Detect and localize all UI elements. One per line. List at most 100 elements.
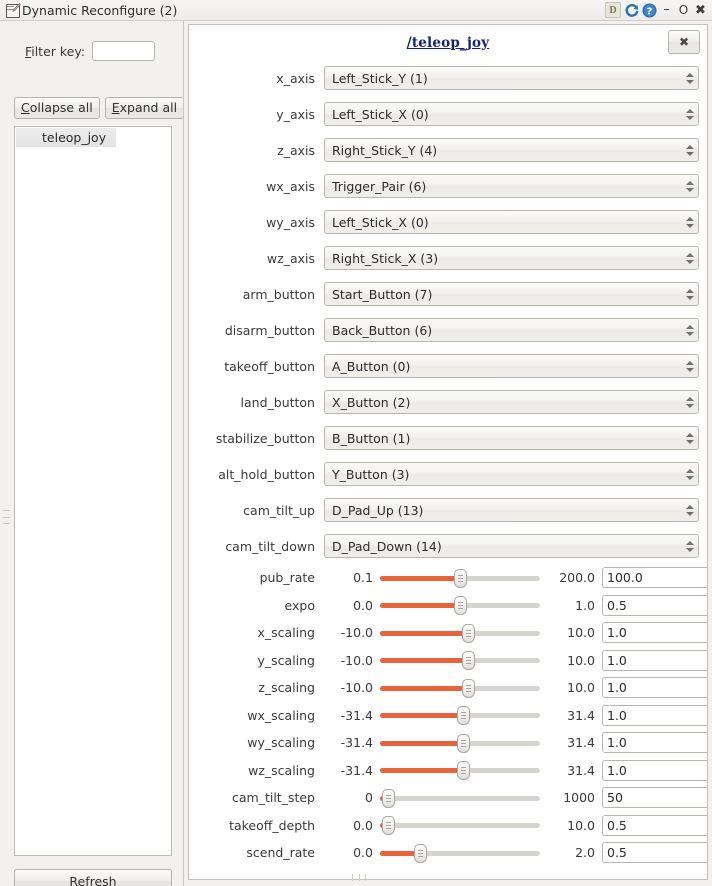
chevron-updown-icon[interactable]	[685, 142, 694, 158]
value-input-x-scaling[interactable]	[602, 622, 707, 644]
filter-key-label: Filter key:	[24, 43, 86, 59]
dock-toggle-button[interactable]: D	[605, 2, 621, 18]
param-combo-alt-hold-button[interactable]: Y_Button (3)	[324, 462, 699, 486]
slider-max-label: 10.0	[567, 652, 595, 668]
chevron-updown-icon[interactable]	[685, 250, 694, 266]
slider-handle[interactable]	[454, 568, 467, 588]
minimize-button[interactable]: –	[659, 2, 674, 18]
group-close-button[interactable]: ✖	[668, 30, 700, 54]
slider-pub-rate[interactable]	[380, 568, 540, 588]
bottom-splitter-grip[interactable]	[352, 874, 366, 881]
slider-y-scaling[interactable]	[380, 650, 540, 671]
slider-handle[interactable]	[462, 678, 475, 698]
param-combo-wz-axis[interactable]: Right_Stick_X (3)	[324, 246, 699, 270]
param-combo-disarm-button[interactable]: Back_Button (6)	[324, 318, 699, 342]
param-row-y-axis: y_axis Left_Stick_X (0)	[197, 96, 699, 132]
slider-min-label: 0.0	[353, 817, 373, 833]
slider-max-label: 10.0	[567, 680, 595, 696]
chevron-updown-icon[interactable]	[685, 286, 694, 302]
param-combo-stabilize-button[interactable]: B_Button (1)	[324, 426, 699, 450]
param-combo-wx-axis[interactable]: Trigger_Pair (6)	[324, 174, 699, 198]
param-combo-land-button[interactable]: X_Button (2)	[324, 390, 699, 414]
value-input-wy-scaling[interactable]	[602, 732, 707, 754]
param-combo-wy-axis[interactable]: Left_Stick_X (0)	[324, 210, 699, 234]
slider-handle[interactable]	[462, 623, 475, 643]
chevron-updown-icon[interactable]	[685, 394, 694, 410]
slider-wx-scaling[interactable]	[380, 705, 540, 726]
param-row-wx-scaling: wx_scaling -31.4 31.4	[197, 702, 707, 730]
help-icon[interactable]: ?	[641, 2, 657, 18]
param-combo-z-axis[interactable]: Right_Stick_Y (4)	[324, 138, 699, 162]
collapse-all-button[interactable]: Collapse all	[14, 97, 100, 119]
slider-handle[interactable]	[462, 651, 475, 671]
close-button[interactable]: ✖	[693, 2, 708, 18]
slider-z-scaling[interactable]	[380, 678, 540, 698]
refresh-button[interactable]: Refresh	[14, 869, 172, 886]
slider-cam-tilt-step[interactable]	[380, 788, 540, 808]
param-combo-y-axis[interactable]: Left_Stick_X (0)	[324, 102, 699, 126]
slider-max-label: 1000	[563, 790, 595, 806]
slider-handle[interactable]	[457, 761, 471, 781]
param-combo-cam-tilt-up[interactable]: D_Pad_Up (13)	[324, 498, 699, 522]
slider-handle[interactable]	[414, 843, 427, 863]
value-input-pub-rate[interactable]	[602, 567, 707, 589]
value-input-y-scaling[interactable]	[602, 649, 707, 671]
param-combo-x-axis[interactable]: Left_Stick_Y (1)	[324, 66, 699, 90]
chevron-updown-icon[interactable]	[685, 322, 694, 338]
slider-x-scaling[interactable]	[380, 623, 540, 643]
reload-icon[interactable]	[623, 2, 639, 18]
slider-handle[interactable]	[457, 706, 471, 726]
param-combo-arm-button[interactable]: Start_Button (7)	[324, 282, 699, 306]
chevron-updown-icon[interactable]	[685, 358, 694, 374]
expand-all-button[interactable]: Expand all	[104, 97, 185, 119]
chevron-updown-icon[interactable]	[685, 538, 694, 554]
chevron-updown-icon[interactable]	[685, 502, 694, 518]
param-row-z-axis: z_axis Right_Stick_Y (4)	[197, 132, 699, 168]
value-input-takeoff-depth[interactable]	[602, 814, 707, 836]
chevron-updown-icon[interactable]	[685, 466, 694, 482]
combo-value: B_Button (1)	[332, 430, 411, 446]
value-input-scend-rate[interactable]	[602, 842, 707, 864]
slider-fill	[380, 713, 464, 719]
tree-item-teleop-joy[interactable]: teleop_joy	[16, 128, 117, 147]
param-label: cam_tilt_step	[232, 790, 315, 806]
slider-fill	[380, 575, 460, 581]
slider-min-label: 0.1	[353, 570, 373, 586]
slider-handle[interactable]	[457, 733, 471, 753]
pane-splitter[interactable]	[181, 21, 187, 886]
param-label: stabilize_button	[215, 430, 315, 446]
param-label: x_scaling	[257, 625, 316, 641]
slider-expo[interactable]	[380, 595, 540, 616]
combo-value: Back_Button (6)	[332, 322, 433, 338]
slider-takeoff-depth[interactable]	[380, 815, 540, 836]
slider-scend-rate[interactable]	[380, 843, 540, 863]
value-input-z-scaling[interactable]	[602, 677, 707, 699]
left-splitter-grip[interactable]	[3, 510, 10, 524]
notepad-pencil-icon	[5, 3, 21, 18]
chevron-updown-icon[interactable]	[685, 70, 694, 86]
param-label: alt_hold_button	[218, 466, 315, 482]
param-row-cam-tilt-up: cam_tilt_up D_Pad_Up (13)	[197, 492, 699, 528]
node-tree[interactable]: teleop_joy	[14, 126, 172, 856]
param-row-z-scaling: z_scaling -10.0 10.0	[197, 674, 707, 702]
slider-wy-scaling[interactable]	[380, 733, 540, 753]
value-input-wz-scaling[interactable]	[602, 759, 707, 781]
slider-handle[interactable]	[382, 788, 395, 808]
slider-handle[interactable]	[454, 596, 467, 616]
value-input-cam-tilt-step[interactable]	[602, 787, 707, 809]
chevron-updown-icon[interactable]	[685, 214, 694, 230]
slider-handle[interactable]	[382, 816, 395, 836]
group-title-link[interactable]: /teleop_joy	[407, 35, 490, 51]
value-input-expo[interactable]	[602, 594, 707, 616]
chevron-updown-icon[interactable]	[685, 178, 694, 194]
maximize-button[interactable]: O	[676, 2, 691, 18]
param-combo-takeoff-button[interactable]: A_Button (0)	[324, 354, 699, 378]
slider-fill	[380, 630, 468, 636]
chevron-updown-icon[interactable]	[685, 106, 694, 122]
chevron-updown-icon[interactable]	[685, 430, 694, 446]
combo-value: Left_Stick_Y (1)	[332, 70, 428, 86]
slider-wz-scaling[interactable]	[380, 760, 540, 781]
filter-key-input[interactable]	[92, 41, 156, 61]
value-input-wx-scaling[interactable]	[602, 704, 707, 726]
param-combo-cam-tilt-down[interactable]: D_Pad_Down (14)	[324, 534, 699, 558]
